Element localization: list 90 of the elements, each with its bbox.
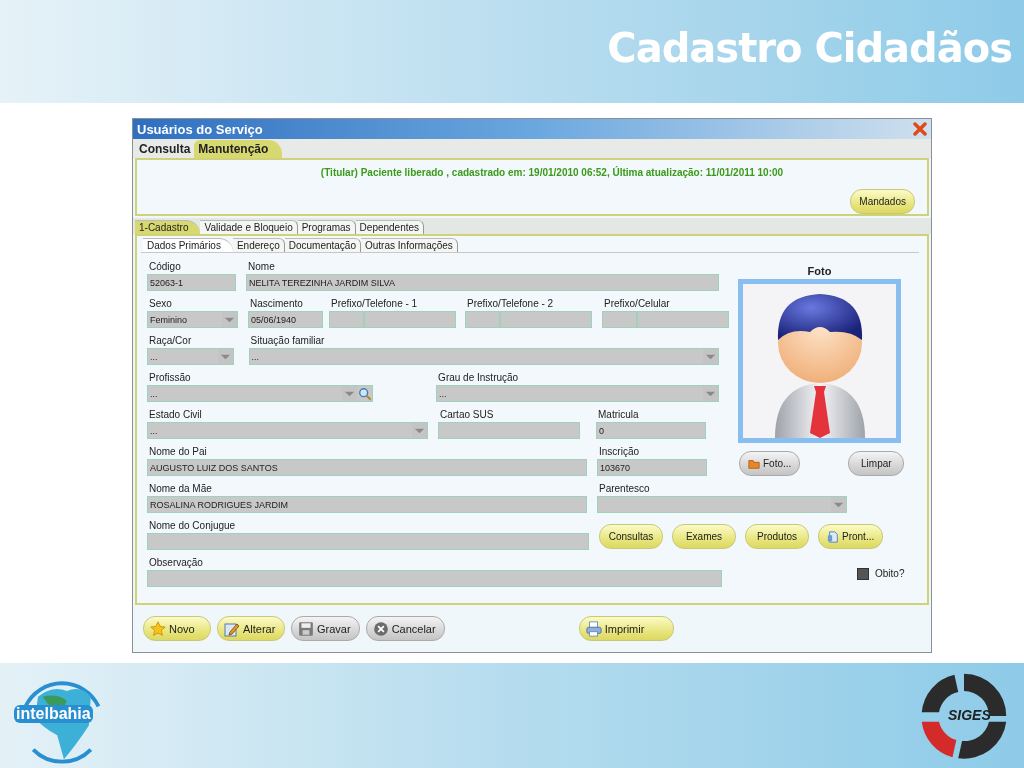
field-label: Nome do Conjugue [148,519,237,533]
checkbox[interactable] [857,567,869,580]
dropdown[interactable]: ... [248,348,719,365]
input-field[interactable]: 05/06/1940 [248,311,323,328]
cancel-icon [372,620,389,637]
star-icon [150,620,166,637]
close-icon[interactable] [913,122,927,136]
folder-icon [748,457,760,470]
tab[interactable]: Dados Primários [143,238,233,252]
action-button[interactable]: Alterar [217,616,285,641]
dropdown[interactable] [597,496,847,513]
field-label: Código [148,260,182,274]
field-value: ... [150,388,159,399]
field-label: Profissão [148,371,192,385]
field-label: Situação familiar [249,334,326,348]
tab[interactable]: Manutenção [194,140,283,158]
tab[interactable]: Documentação [284,238,361,252]
field-label: Nascimento [249,297,304,311]
field-label: Prefixo/Telefone - 1 [330,297,419,311]
search-icon [358,386,373,401]
tab[interactable]: Dependentes [355,220,425,234]
input-field[interactable]: ROSALINA RODRIGUES JARDIM [147,496,587,513]
dropdown[interactable]: ... [147,385,374,402]
input-field[interactable]: 52063-1 [147,274,237,291]
input-field[interactable]: 0 [596,422,706,439]
action-button[interactable]: Consultas [599,524,663,549]
field-value: 05/06/1940 [251,314,298,325]
field-value: AUGUSTO LUIZ DOS SANTOS [150,462,279,473]
field-label: Nome do Pai [148,445,208,459]
input-field[interactable] [500,311,592,328]
field-value: Feminino [150,314,188,325]
field-label: Inscrição [598,445,640,459]
field-value: 52063-1 [150,277,185,288]
logo-text: SIGES [948,706,991,723]
field-label: Raça/Cor [148,334,193,348]
field-value: ... [439,388,448,399]
field-value: 103670 [600,462,632,473]
field-label: Prefixo/Celular [603,297,671,311]
dropdown[interactable]: ... [147,422,428,439]
field-label: Observação [148,556,204,570]
tab[interactable]: Endereço [232,238,285,252]
input-field[interactable]: NELITA TEREZINHA JARDIM SILVA [246,274,719,291]
field-value: ... [150,351,159,362]
field-label: Nome [247,260,276,274]
dropdown[interactable]: ... [147,348,234,365]
input-field[interactable] [147,533,589,550]
input-field[interactable] [465,311,500,328]
field-label: Prefixo/Telefone - 2 [466,297,555,311]
action-button[interactable]: Produtos [745,524,809,549]
logo-text: intelbahia [14,704,93,723]
field-label: Parentesco [598,482,651,496]
input-field[interactable] [637,311,729,328]
checkbox-label: Obito? [875,568,905,579]
field-label: Matricula [597,408,640,422]
status-message: (Titular) Paciente liberado , cadastrado em: 19/01/2010 06:52, Última atualização: 11/01/2011 10:00 [319,167,785,178]
input-field[interactable] [602,311,637,328]
tab[interactable]: Outras Informações [361,238,458,252]
input-field[interactable] [364,311,456,328]
tab[interactable]: Validade e Bloqueio [200,220,298,234]
action-button[interactable]: Novo [143,616,211,641]
input-field[interactable]: AUGUSTO LUIZ DOS SANTOS [147,459,587,476]
tab[interactable]: Programas [297,220,356,234]
field-label: Grau de Instrução [437,371,520,385]
photo-label: Foto [807,264,832,279]
field-value: ROSALINA RODRIGUES JARDIM [150,499,290,510]
field-value: NELITA TEREZINHA JARDIM SILVA [249,277,396,288]
input-field[interactable] [329,311,364,328]
field-value: ... [150,425,159,436]
input-field[interactable] [438,422,580,439]
tab[interactable]: Consulta [135,140,195,158]
document-icon [827,530,839,543]
edit-icon [224,620,240,637]
field-label: Sexo [148,297,173,311]
slide-title: Cadastro Cidadãos [607,24,1012,71]
action-button[interactable]: Imprimir [578,616,674,641]
field-value: ... [251,351,261,362]
dropdown[interactable]: ... [436,385,719,402]
action-button[interactable]: Mandados [850,189,915,214]
window-title: Usuários do Serviço [137,121,263,137]
action-button[interactable]: Exames [672,524,736,549]
input-field[interactable]: 103670 [597,459,707,476]
field-label: Nome da Mãe [148,482,213,496]
tab[interactable]: 1-Cadastro [135,220,201,234]
action-button[interactable]: Pront... [818,524,884,549]
input-field[interactable] [147,570,722,587]
field-label: Cartao SUS [439,408,495,422]
printer-icon [585,620,602,637]
dropdown[interactable]: Feminino [147,311,238,328]
field-value: 0 [599,425,605,436]
field-label: Estado Civil [148,408,203,422]
